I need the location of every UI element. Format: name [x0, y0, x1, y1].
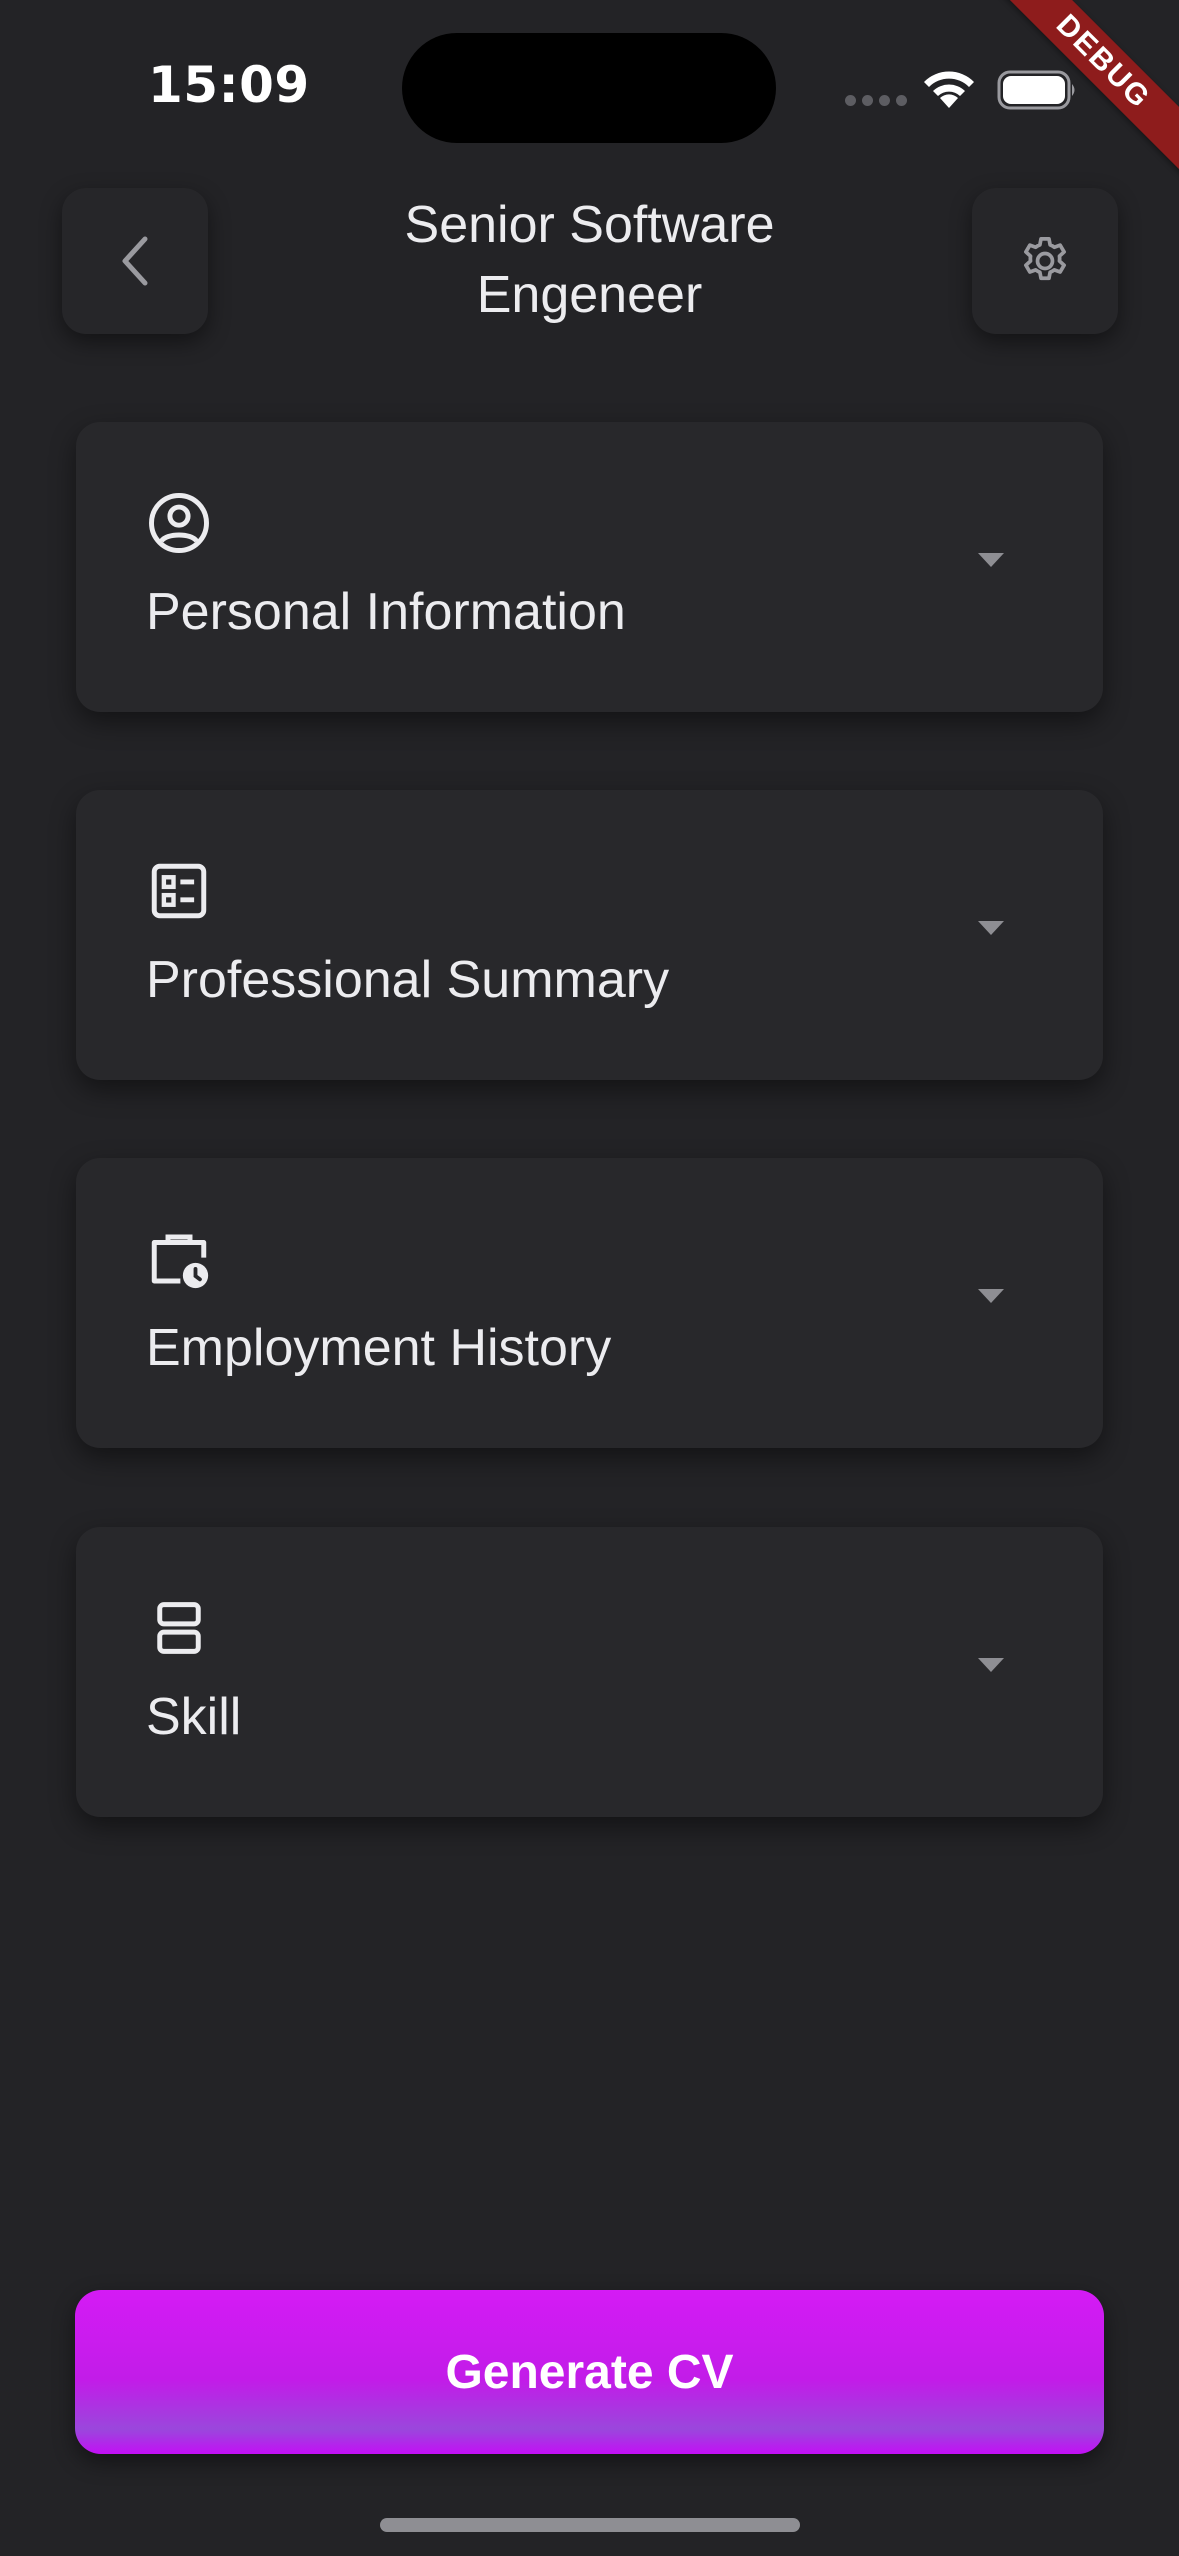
section-label: Personal Information	[146, 583, 626, 641]
dynamic-island	[402, 33, 776, 143]
battery-icon	[997, 70, 1075, 110]
section-personal-information[interactable]: Personal Information	[76, 422, 1103, 712]
settings-button[interactable]	[972, 188, 1118, 334]
view-agenda-icon	[157, 1602, 201, 1654]
chevron-left-icon	[122, 236, 148, 286]
home-indicator[interactable]	[380, 2518, 800, 2532]
wifi-icon	[924, 71, 974, 108]
section-label: Skill	[146, 1688, 242, 1746]
chevron-down-icon	[978, 1289, 1004, 1303]
cv-editor-screen: 15:09 DEBUG Senior Software Engeneer Per…	[0, 0, 1179, 2556]
section-label: Employment History	[146, 1319, 612, 1377]
account-circle-icon	[149, 493, 209, 553]
gear-icon	[1023, 236, 1066, 281]
section-skill[interactable]: Skill	[76, 1527, 1103, 1817]
section-label: Professional Summary	[146, 951, 670, 1009]
work-history-icon	[151, 1234, 209, 1289]
generate-cv-button[interactable]: Generate CV	[75, 2290, 1104, 2454]
page-title: Senior Software Engeneer	[404, 196, 775, 324]
section-employment-history[interactable]: Employment History	[76, 1158, 1103, 1448]
section-professional-summary[interactable]: Professional Summary	[76, 790, 1103, 1080]
chevron-down-icon	[978, 1658, 1004, 1672]
chevron-down-icon	[978, 553, 1004, 567]
back-button[interactable]	[62, 188, 208, 334]
list-alt-icon	[151, 863, 207, 919]
chevron-down-icon	[978, 921, 1004, 935]
status-time: 15:09	[148, 56, 310, 114]
cellular-signal-icon	[845, 95, 907, 106]
